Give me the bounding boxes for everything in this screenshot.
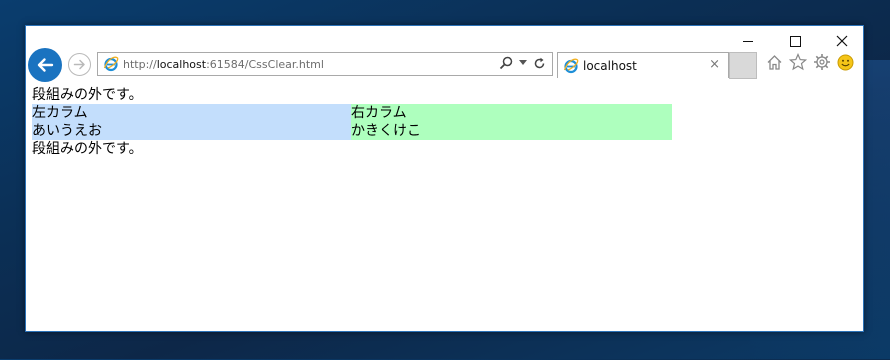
tab-localhost[interactable]: localhost × [557,52,729,78]
url-text[interactable]: http://localhost:61584/CssClear.html [123,58,324,71]
left-column-title: 左カラム [32,105,88,121]
back-arrow-icon [37,58,54,72]
url-prefix: http:// [123,57,157,71]
search-icon[interactable] [499,56,513,70]
gear-icon[interactable] [813,53,831,71]
close-window-button[interactable] [819,28,865,54]
maximize-icon [789,35,801,47]
minimize-button[interactable] [725,28,771,54]
browser-window: http://localhost:61584/CssClear.html loc… [25,25,864,332]
left-column-text: あいうえお [32,123,102,139]
minimize-icon [743,40,753,42]
right-column: 右カラム かきくけこ [351,104,672,140]
ie-tab-icon [563,58,579,73]
star-icon[interactable] [789,53,807,71]
tab-close-button[interactable]: × [709,57,720,72]
address-bar[interactable]: http://localhost:61584/CssClear.html [97,52,553,76]
web-page-content: 段組みの外です。 左カラム あいうえお 右カラム かきくけこ 段組みの外です。 [32,86,852,158]
refresh-icon[interactable] [533,57,546,70]
dropdown-arrow-icon[interactable] [519,60,527,66]
outside-text-top: 段組みの外です。 [32,87,143,103]
url-host: localhost [156,57,207,71]
ie-page-icon [103,56,119,72]
home-icon[interactable] [766,54,783,71]
smiley-icon[interactable] [837,54,854,71]
close-icon [836,35,848,47]
back-button[interactable] [28,48,62,82]
toolbar [766,53,854,71]
maximize-button[interactable] [772,28,818,54]
forward-arrow-icon [73,59,85,70]
left-column: 左カラム あいうえお [32,104,351,140]
right-column-title: 右カラム [351,105,407,121]
new-tab-button[interactable] [729,52,757,79]
right-column-text: かきくけこ [351,123,421,139]
tab-title: localhost [583,58,637,73]
url-path: :61584/CssClear.html [206,57,324,71]
outside-text-bottom: 段組みの外です。 [32,141,143,157]
forward-button[interactable] [68,53,91,76]
column-container: 左カラム あいうえお 右カラム かきくけこ [32,104,672,140]
